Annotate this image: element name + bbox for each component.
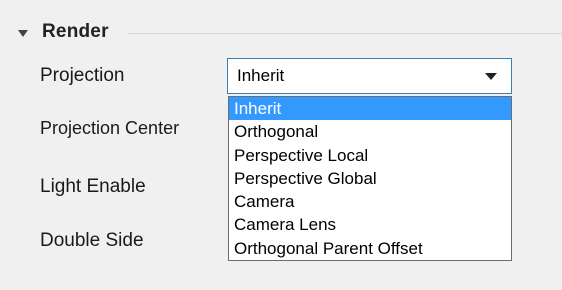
collapse-triangle-icon[interactable]	[18, 29, 28, 37]
light-enable-label: Light Enable	[40, 176, 146, 197]
dropdown-option-orthogonal[interactable]: Orthogonal	[229, 120, 511, 143]
dropdown-option-camera[interactable]: Camera	[229, 190, 511, 213]
chevron-down-icon[interactable]	[485, 72, 497, 80]
render-section-header[interactable]: Render	[18, 18, 109, 46]
section-title: Render	[42, 21, 109, 42]
projection-dropdown-list: Inherit Orthogonal Perspective Local Per…	[228, 96, 512, 262]
dropdown-option-orthogonal-parent-offset[interactable]: Orthogonal Parent Offset	[229, 237, 511, 260]
projection-label: Projection	[40, 65, 125, 86]
dropdown-option-inherit[interactable]: Inherit	[229, 97, 511, 121]
projection-center-label: Projection Center	[40, 118, 180, 138]
section-divider	[128, 33, 562, 34]
combobox-value: Inherit	[237, 66, 285, 85]
property-panel: Render Projection Projection Center Ligh…	[0, 0, 562, 290]
double-side-label: Double Side	[40, 230, 144, 251]
projection-combobox[interactable]: Inherit	[227, 58, 512, 94]
dropdown-option-perspective-local[interactable]: Perspective Local	[229, 144, 511, 167]
dropdown-option-camera-lens[interactable]: Camera Lens	[229, 213, 511, 236]
dropdown-option-perspective-global[interactable]: Perspective Global	[229, 167, 511, 190]
